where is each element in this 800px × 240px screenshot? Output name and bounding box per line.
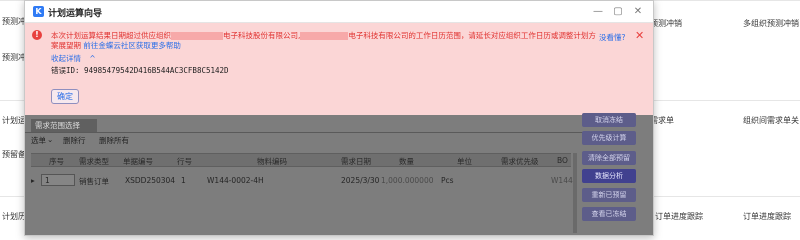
select-bill-button[interactable]: 选单 (31, 135, 46, 146)
cell-line: 1 (181, 176, 186, 185)
collapse-details-link[interactable]: 收起详情 ^ (51, 53, 96, 64)
error-text: 电子科技股份有限公司, (223, 31, 301, 40)
column-header[interactable]: 需求日期 (341, 156, 371, 167)
cell-type: 销售订单 (79, 177, 109, 186)
column-header[interactable]: 物料编码 (257, 156, 287, 167)
column-header[interactable]: 序号 (49, 156, 64, 167)
dialog-titlebar[interactable]: K 计划运算向导 — ▢ ✕ (25, 1, 653, 23)
error-message-line2: 案展望期 前往金蝶云社区获取更多帮助 (51, 40, 181, 51)
data-analysis-button[interactable]: 数据分析 (582, 169, 636, 183)
tab-underline (25, 132, 585, 133)
bg-left-item: 计划历 (2, 212, 26, 221)
redacted-block (171, 32, 223, 40)
error-icon: ! (32, 30, 42, 40)
tab-demand-range[interactable]: 需求范围选择 (31, 119, 97, 132)
column-header[interactable]: BO (557, 156, 568, 165)
side-button[interactable]: 重新已预留 (582, 188, 636, 202)
cell-bo: W144 (551, 176, 573, 185)
error-text: 电子科技有限公司的工作日历范围，请延长对应组织工作日历或调整计划方 (348, 31, 596, 40)
bg-left-item: 计划运 (2, 116, 26, 125)
cell-bill: XSDD250304 (125, 176, 176, 185)
delete-row-button[interactable]: 删除行 (63, 135, 86, 146)
app-logo-icon: K (33, 6, 44, 17)
error-close-icon[interactable]: ✕ (635, 29, 644, 42)
dimmed-content: 需求范围选择 选单 ⌄ 删除行 删除所有 序号 需求类型 单据编号 行号 物料编… (25, 113, 653, 235)
bg-left-item: 预留备 (2, 150, 26, 159)
row-pointer-icon: ▸ (31, 176, 35, 185)
bg-right-item[interactable]: 预测冲销 (650, 18, 682, 29)
ok-button[interactable]: 确定 (51, 89, 79, 104)
redacted-block (300, 32, 349, 40)
side-button[interactable]: 查看已冻结 (582, 207, 636, 221)
bg-right-item[interactable]: 订单进度跟踪 (743, 211, 791, 222)
bg-right-item[interactable]: 多组织预测冲销 (743, 18, 799, 29)
plan-wizard-dialog: K 计划运算向导 — ▢ ✕ ! 本次计划运算结果日期超过供应组织 电子科技股份有… (24, 0, 654, 236)
error-text: 案展望期 (51, 41, 81, 50)
vertical-scrollbar[interactable] (573, 153, 577, 233)
dialog-title: 计划运算向导 (48, 9, 103, 19)
close-icon[interactable]: ✕ (631, 5, 645, 19)
bg-left-item: 预测冲 (2, 53, 26, 62)
table-row[interactable]: ▸ 1 销售订单 XSDD250304 1 W144-0002-4H 2025/… (31, 173, 573, 187)
cell-unit: Pcs (441, 176, 454, 185)
cell-seq: 1 (45, 176, 50, 185)
error-id-text: 错误ID: 94985479542D416B544AC3CFB8C5142D (51, 66, 229, 75)
chevron-up-icon: ^ (89, 54, 96, 63)
cell-qty: 1,000.000000 (381, 176, 434, 185)
delete-all-button[interactable]: 删除所有 (99, 135, 129, 146)
cell-date: 2025/3/30 (341, 176, 380, 185)
help-link[interactable]: 没看懂? (599, 32, 625, 43)
side-button[interactable]: 优先级计算 (582, 131, 636, 145)
side-button[interactable]: 清除全部预留 (582, 151, 636, 165)
chevron-down-icon[interactable]: ⌄ (47, 135, 53, 144)
bg-right-item[interactable]: 组织间需求单关 (743, 115, 799, 126)
grid-header: 序号 需求类型 单据编号 行号 物料编码 需求日期 数量 单位 需求优先级 BO (31, 153, 571, 167)
column-header[interactable]: 行号 (177, 156, 192, 167)
column-header[interactable]: 需求优先级 (501, 156, 539, 167)
cell-material: W144-0002-4H (207, 176, 264, 185)
community-help-link[interactable]: 前往金蝶云社区获取更多帮助 (83, 41, 181, 50)
error-banner: ! 本次计划运算结果日期超过供应组织 电子科技股份有限公司, 电子科技有限公司的工作… (25, 23, 653, 115)
maximize-icon[interactable]: ▢ (611, 5, 625, 19)
column-header[interactable]: 单据编号 (123, 156, 153, 167)
bg-left-item: 预测冲 (2, 17, 26, 26)
collapse-label: 收起详情 (51, 54, 81, 63)
minimize-icon[interactable]: — (591, 5, 605, 19)
side-button[interactable]: 取消冻结 (582, 113, 636, 127)
bg-right-item[interactable]: 订单进度跟踪 (655, 211, 703, 222)
column-header[interactable]: 单位 (457, 156, 472, 167)
column-header[interactable]: 数量 (399, 156, 414, 167)
error-text: 本次计划运算结果日期超过供应组织 (51, 31, 171, 40)
column-header[interactable]: 需求类型 (79, 156, 109, 167)
